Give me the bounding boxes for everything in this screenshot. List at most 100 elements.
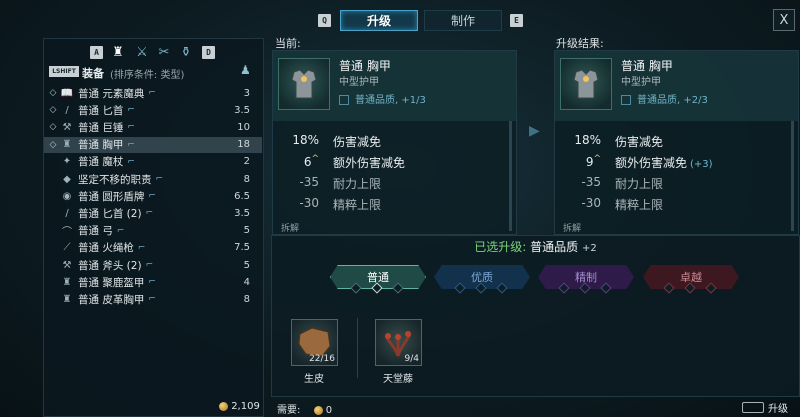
salvage-label: 拆解 xyxy=(281,224,300,234)
gold-total: 2,109 xyxy=(219,401,260,412)
diamond-marker-icon: ◇ xyxy=(49,122,57,133)
item-weight: 5 xyxy=(243,259,250,271)
item-name: 普通 皮革胸甲 xyxy=(78,293,145,306)
stat-label: 精粹上限 xyxy=(333,198,382,212)
stat-value: 6^ xyxy=(303,154,319,169)
inventory-item[interactable]: ⚒ 普通 斧头 (2) ⌐ 5 xyxy=(44,257,262,273)
current-quality: 普通品质, +1/3 xyxy=(339,91,426,106)
armor-category-icon[interactable]: ♜ xyxy=(109,44,127,60)
stat-value: -35 xyxy=(299,175,319,189)
prev-tab-key[interactable]: Q xyxy=(318,14,331,27)
inventory-item[interactable]: ✦ 普通 魔杖 ⌐ 2 xyxy=(44,154,262,170)
item-name: 普通 聚鹿盔甲 xyxy=(78,276,145,289)
sort-label[interactable]: (排序条件: 类型) xyxy=(110,66,184,81)
stat-label: 耐力上限 xyxy=(615,177,664,191)
weight-icon: ♟ xyxy=(240,63,251,77)
scrollbar[interactable] xyxy=(791,121,794,231)
stat-value: -30 xyxy=(581,196,601,210)
inventory-item[interactable]: ◆ 坚定不移的职责 ⌐ 8 xyxy=(44,171,262,187)
stat-value: -35 xyxy=(581,175,601,189)
current-item-card: 普通 胸甲 中型护甲 普通品质, +1/3 18% 伤害减免 6^ 额外伤害减免 -35… xyxy=(272,50,517,235)
inventory-item[interactable]: ⌒ 普通 弓 ⌐ 5 xyxy=(44,223,262,239)
item-icon: 📖 xyxy=(60,87,74,99)
result-item-type: 中型护甲 xyxy=(621,77,661,88)
item-name: 普通 匕首 xyxy=(78,104,124,117)
item-name: 普通 魔杖 xyxy=(78,156,124,169)
prev-category-key[interactable]: A xyxy=(90,46,103,59)
item-icon: ◆ xyxy=(63,173,71,185)
item-weight: 10 xyxy=(237,121,250,133)
stat-row: -35 耐力上限 xyxy=(273,175,513,195)
inventory-item[interactable]: / 普通 匕首 (2) ⌐ 3.5 xyxy=(44,205,262,221)
bird-icon: ⌐ xyxy=(145,208,154,219)
item-weight: 18 xyxy=(237,139,250,151)
inventory-item[interactable]: ◇ ⚒ 普通 巨锤 ⌐ 10 xyxy=(44,119,262,135)
chestplate-icon xyxy=(560,58,612,110)
quality-level-icon xyxy=(621,95,631,105)
diamond-marker-icon: ◇ xyxy=(49,139,57,150)
bird-icon: ⌐ xyxy=(127,139,135,150)
item-name: 普通 匕首 (2) xyxy=(78,207,142,220)
item-name: 普通 元素魔典 xyxy=(78,87,145,100)
tab-upgrade[interactable]: 升级 xyxy=(340,10,418,31)
item-weight: 4 xyxy=(243,276,250,288)
stat-value: 18% xyxy=(292,133,319,147)
inventory-item[interactable]: ◇ / 普通 匕首 ⌐ 3.5 xyxy=(44,102,262,118)
item-icon: ◉ xyxy=(62,190,72,202)
material-heaven-vine[interactable]: 9/4 xyxy=(375,319,422,366)
item-weight: 3.5 xyxy=(234,207,250,219)
inventory-item[interactable]: ◇ 📖 普通 元素魔典 ⌐ 3 xyxy=(44,85,262,101)
accessory-category-icon[interactable]: ⚱ xyxy=(177,44,195,60)
item-icon: ⚒ xyxy=(62,259,72,271)
item-icon: ✦ xyxy=(62,156,72,168)
item-weight: 3 xyxy=(243,87,250,99)
stat-value: 18% xyxy=(574,133,601,147)
next-tab-key[interactable]: E xyxy=(510,14,523,27)
inventory-item[interactable]: ⟋ 普通 火绳枪 ⌐ 7.5 xyxy=(44,240,262,256)
stat-row: 6^ 额外伤害减免 xyxy=(273,154,513,174)
arrow-right-icon: ▶ xyxy=(529,123,540,139)
material-label: 生皮 xyxy=(304,374,324,385)
scrollbar[interactable] xyxy=(509,121,512,231)
gold-coin-icon xyxy=(313,405,323,415)
item-weight: 3.5 xyxy=(234,104,250,116)
stat-value: -30 xyxy=(299,196,319,210)
weapons-category-icon[interactable]: ⚔ xyxy=(133,44,151,60)
inventory-item[interactable]: ◇ ♜ 普通 胸甲 ⌐ 18 xyxy=(44,136,262,153)
close-button[interactable]: X xyxy=(773,9,795,31)
bird-icon: ⌐ xyxy=(127,105,135,116)
next-category-key[interactable]: D xyxy=(202,46,215,59)
current-label: 当前: xyxy=(275,37,301,50)
stat-row: -30 精粹上限 xyxy=(555,196,795,216)
tab-craft[interactable]: 制作 xyxy=(424,10,502,31)
material-rawhide[interactable]: 22/16 xyxy=(291,319,338,366)
item-name: 普通 巨锤 xyxy=(78,121,124,134)
result-item-name: 普通 胸甲 xyxy=(621,59,673,73)
item-icon: ⚒ xyxy=(62,121,72,133)
stat-row: -30 精粹上限 xyxy=(273,196,513,216)
inventory-item[interactable]: ◉ 普通 圆形盾牌 ⌐ 6.5 xyxy=(44,188,262,204)
inventory-item[interactable]: ♜ 普通 聚鹿盔甲 ⌐ 4 xyxy=(44,274,262,290)
divider xyxy=(357,318,358,378)
diamond-marker-icon: ◇ xyxy=(49,105,57,116)
upgrade-button[interactable]: 升级 xyxy=(742,397,800,417)
bird-icon: ⌐ xyxy=(148,88,156,98)
item-icon: / xyxy=(65,207,69,219)
inventory-item[interactable]: ♜ 普通 皮革胸甲 ⌐ 8 xyxy=(44,291,262,307)
diamond-marker-icon: ◇ xyxy=(49,88,57,98)
result-quality: 普通品质, +2/3 xyxy=(621,91,708,106)
selected-upgrade: 已选升级: 普通品质 +2 xyxy=(474,240,597,254)
item-weight: 8 xyxy=(243,173,250,185)
item-name: 普通 火绳枪 xyxy=(78,242,134,255)
item-icon: ♜ xyxy=(62,293,72,305)
stat-label: 伤害减免 xyxy=(333,135,382,149)
item-icon: / xyxy=(65,104,69,116)
stat-label: 额外伤害减免 (+3) xyxy=(615,156,713,170)
bird-icon: ⌐ xyxy=(137,242,146,253)
cost-display: 需要: 0 xyxy=(277,405,333,416)
item-icon: ⟋ xyxy=(63,242,71,254)
tools-category-icon[interactable]: ✂ xyxy=(155,44,173,60)
bird-icon: ⌐ xyxy=(127,122,135,133)
shift-key[interactable]: LSHIFT xyxy=(49,66,79,77)
upgrade-panel xyxy=(271,235,800,397)
